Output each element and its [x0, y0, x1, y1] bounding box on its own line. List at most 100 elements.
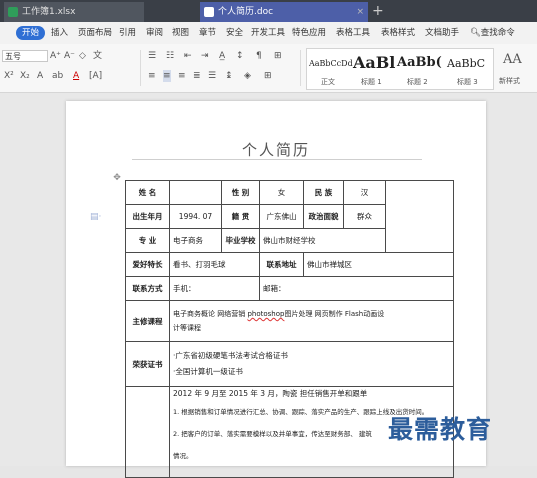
menu-doc-assistant[interactable]: 文档助手 — [425, 26, 459, 40]
menu-review[interactable]: 审阅 — [146, 26, 163, 40]
style-sample: AA — [503, 52, 522, 67]
menu-view[interactable]: 视图 — [172, 26, 189, 40]
sort-icon[interactable]: ↕ — [236, 50, 244, 62]
birth-label: 出生年月 — [125, 204, 170, 229]
style-heading-3[interactable]: AaBbC 标题 3 — [445, 49, 493, 89]
courses-text: 电子商务概论 网络营销 — [173, 310, 248, 318]
hobby-value[interactable]: 看书、打羽毛球 — [169, 252, 260, 277]
bullet-list-icon[interactable]: ☰ — [148, 50, 156, 62]
menu-insert[interactable]: 插入 — [51, 26, 68, 40]
phone-value[interactable]: 手机： — [169, 276, 260, 301]
align-left-icon[interactable]: ≡ — [148, 70, 156, 82]
courses-text: 计等课程 — [173, 324, 201, 332]
school-label: 毕业学校 — [221, 228, 260, 253]
style-normal[interactable]: AaBbCcDd 正文 — [307, 49, 353, 89]
tab-label: 个人简历.doc — [218, 7, 274, 17]
table-move-handle-icon[interactable]: ✥ — [112, 173, 122, 183]
address-value[interactable]: 佛山市禅城区 — [303, 252, 454, 277]
tab-resume-doc[interactable]: 个人简历.doc × — [200, 2, 368, 22]
style-sample: AaBl — [353, 53, 396, 72]
menu-chapter[interactable]: 章节 — [199, 26, 216, 40]
decrease-indent-icon[interactable]: ⇤ — [184, 50, 192, 62]
line-spacing-icon[interactable]: ↨ — [225, 70, 233, 82]
highlight-icon[interactable]: ab — [52, 70, 63, 82]
phonetic-icon[interactable]: 文 — [93, 50, 102, 62]
font-color-icon[interactable]: A — [73, 70, 79, 82]
menu-security[interactable]: 安全 — [226, 26, 243, 40]
shading-icon[interactable]: ◈ — [244, 70, 251, 82]
increase-indent-icon[interactable]: ⇥ — [201, 50, 209, 62]
gender-value[interactable]: 女 — [259, 180, 304, 205]
style-label: 新样式 — [499, 77, 520, 85]
cert-item: ·全国计算机一级证书 — [173, 367, 243, 376]
search-icon: 🔍︎ — [470, 28, 481, 38]
header-line — [132, 159, 422, 160]
style-label: 正文 — [321, 78, 335, 86]
subscript-icon[interactable]: X₂ — [20, 70, 30, 82]
style-heading-2[interactable]: AaBb( 标题 2 — [395, 49, 445, 89]
tab-label: 工作簿1.xlsx — [22, 7, 76, 17]
style-label: 标题 3 — [457, 78, 478, 86]
watermark-logo: 最需教育 — [388, 415, 493, 444]
chinese-layout-icon[interactable]: A̲ — [219, 50, 225, 62]
style-heading-1[interactable]: AaBl 标题 1 — [351, 49, 395, 89]
photo-cell[interactable] — [385, 180, 454, 253]
contact-label: 联系方式 — [125, 276, 170, 301]
ribbon-divider — [140, 50, 141, 86]
text-effect-icon[interactable]: A — [37, 70, 43, 82]
borders-icon[interactable]: ⊞ — [264, 70, 272, 82]
close-tab-icon[interactable]: × — [356, 2, 364, 22]
email-value[interactable]: 邮箱： — [259, 276, 454, 301]
political-label: 政治面貌 — [303, 204, 344, 229]
origin-value[interactable]: 广东佛山 — [259, 204, 304, 229]
courses-text: 图片处理 网页制作 Flash动画设 — [284, 310, 385, 318]
courses-label: 主修课程 — [125, 300, 170, 342]
major-value[interactable]: 电子商务 — [169, 228, 222, 253]
align-right-icon[interactable]: ≡ — [178, 70, 186, 82]
paragraph-marker-icon[interactable]: ▤· — [90, 212, 101, 222]
style-label: 标题 2 — [407, 78, 428, 86]
justify-icon[interactable]: ≣ — [193, 70, 201, 82]
numbered-list-icon[interactable]: ☷ — [166, 50, 174, 62]
political-value[interactable]: 群众 — [343, 204, 386, 229]
table-row: 主修课程 电子商务概论 网络营销 photoshop图片处理 网页制作 Flas… — [125, 300, 454, 342]
style-sample: AaBbCcDd — [309, 59, 353, 68]
menu-bar: 开始 插入 页面布局 引用 审阅 视图 章节 安全 开发工具 特色应用 表格工具… — [0, 22, 537, 45]
certs-value[interactable]: ·广东省初级硬笔书法考试合格证书 ·全国计算机一级证书 — [169, 341, 454, 387]
ethnicity-value[interactable]: 汉 — [343, 180, 386, 205]
birth-value[interactable]: 1994. 07 — [169, 204, 222, 229]
increase-font-icon[interactable]: A⁺ — [50, 50, 61, 62]
document-icon — [204, 7, 214, 17]
decrease-font-icon[interactable]: A⁻ — [64, 50, 75, 62]
table-icon[interactable]: ⊞ — [274, 50, 282, 62]
tab-workbook[interactable]: 工作簿1.xlsx — [4, 2, 144, 22]
new-tab-button[interactable]: + — [372, 2, 384, 20]
menu-start[interactable]: 开始 — [16, 26, 46, 40]
menu-references[interactable]: 引用 — [119, 26, 136, 40]
school-value[interactable]: 佛山市财经学校 — [259, 228, 386, 253]
gender-label: 性 别 — [221, 180, 260, 205]
document-title: 个人简历 — [241, 141, 310, 159]
menu-developer[interactable]: 开发工具 — [251, 26, 285, 40]
style-sample: AaBb( — [397, 55, 442, 70]
show-marks-icon[interactable]: ¶ — [256, 50, 262, 62]
certs-label: 荣获证书 — [125, 341, 170, 387]
font-size-select[interactable]: 五号 — [2, 50, 48, 62]
ethnicity-label: 民 族 — [303, 180, 344, 205]
align-center-icon[interactable]: ≡ — [163, 70, 171, 82]
distribute-icon[interactable]: ☰ — [208, 70, 216, 82]
clear-format-icon[interactable]: ◇ — [79, 50, 86, 62]
search-command[interactable]: 🔍︎查找命令 — [470, 26, 515, 40]
menu-page-layout[interactable]: 页面布局 — [78, 26, 112, 40]
courses-value[interactable]: 电子商务概论 网络营销 photoshop图片处理 网页制作 Flash动画设 … — [169, 300, 454, 342]
menu-table-style[interactable]: 表格样式 — [381, 26, 415, 40]
table-row: 爱好特长 看书、打羽毛球 联系地址 佛山市禅城区 — [125, 252, 454, 277]
menu-features[interactable]: 特色应用 — [292, 26, 326, 40]
new-style-button[interactable]: AA 新样式 — [497, 48, 537, 88]
name-value[interactable] — [169, 180, 222, 205]
char-border-icon[interactable]: [A] — [89, 70, 102, 82]
menu-table-tools[interactable]: 表格工具 — [336, 26, 370, 40]
experience-label — [125, 386, 170, 478]
experience-text: 2012 年 9 月至 2015 年 3 月，陶瓷 担任销售开单和跟单 — [173, 389, 368, 398]
superscript-icon[interactable]: X² — [4, 70, 14, 82]
